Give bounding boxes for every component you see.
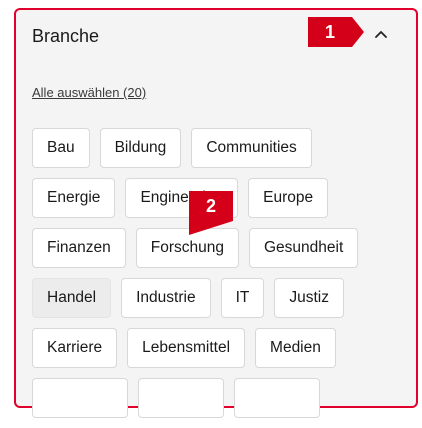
chip-partial[interactable] (32, 378, 128, 418)
chip-row: Karriere Lebensmittel Medien (32, 328, 412, 368)
chevron-up-icon[interactable] (372, 26, 390, 44)
select-all-link[interactable]: Alle auswählen (20) (32, 85, 146, 100)
chip-energie[interactable]: Energie (32, 178, 116, 218)
chip-row-partial (32, 378, 412, 418)
chip-list: Bau Bildung Communities Energie Engineer… (32, 128, 412, 428)
chip-karriere[interactable]: Karriere (32, 328, 118, 368)
chip-partial[interactable] (234, 378, 320, 418)
chip-finanzen[interactable]: Finanzen (32, 228, 126, 268)
chip-bildung[interactable]: Bildung (99, 128, 182, 168)
chip-communities[interactable]: Communities (191, 128, 312, 168)
chip-justiz[interactable]: Justiz (274, 278, 344, 318)
chip-row: Handel Industrie IT Justiz (32, 278, 412, 318)
chip-handel[interactable]: Handel (32, 278, 112, 318)
chip-it[interactable]: IT (220, 278, 265, 318)
annotation-marker-1: 1 (308, 17, 364, 47)
chip-bau[interactable]: Bau (32, 128, 90, 168)
annotation-marker-2: 2 (189, 191, 233, 235)
chip-gesundheit[interactable]: Gesundheit (249, 228, 359, 268)
chip-lebensmittel[interactable]: Lebensmittel (127, 328, 246, 368)
panel-title: Branche (32, 26, 100, 46)
chip-europe[interactable]: Europe (248, 178, 329, 218)
chip-industrie[interactable]: Industrie (121, 278, 211, 318)
chip-row: Bau Bildung Communities (32, 128, 412, 168)
chip-medien[interactable]: Medien (255, 328, 336, 368)
chip-partial[interactable] (138, 378, 224, 418)
